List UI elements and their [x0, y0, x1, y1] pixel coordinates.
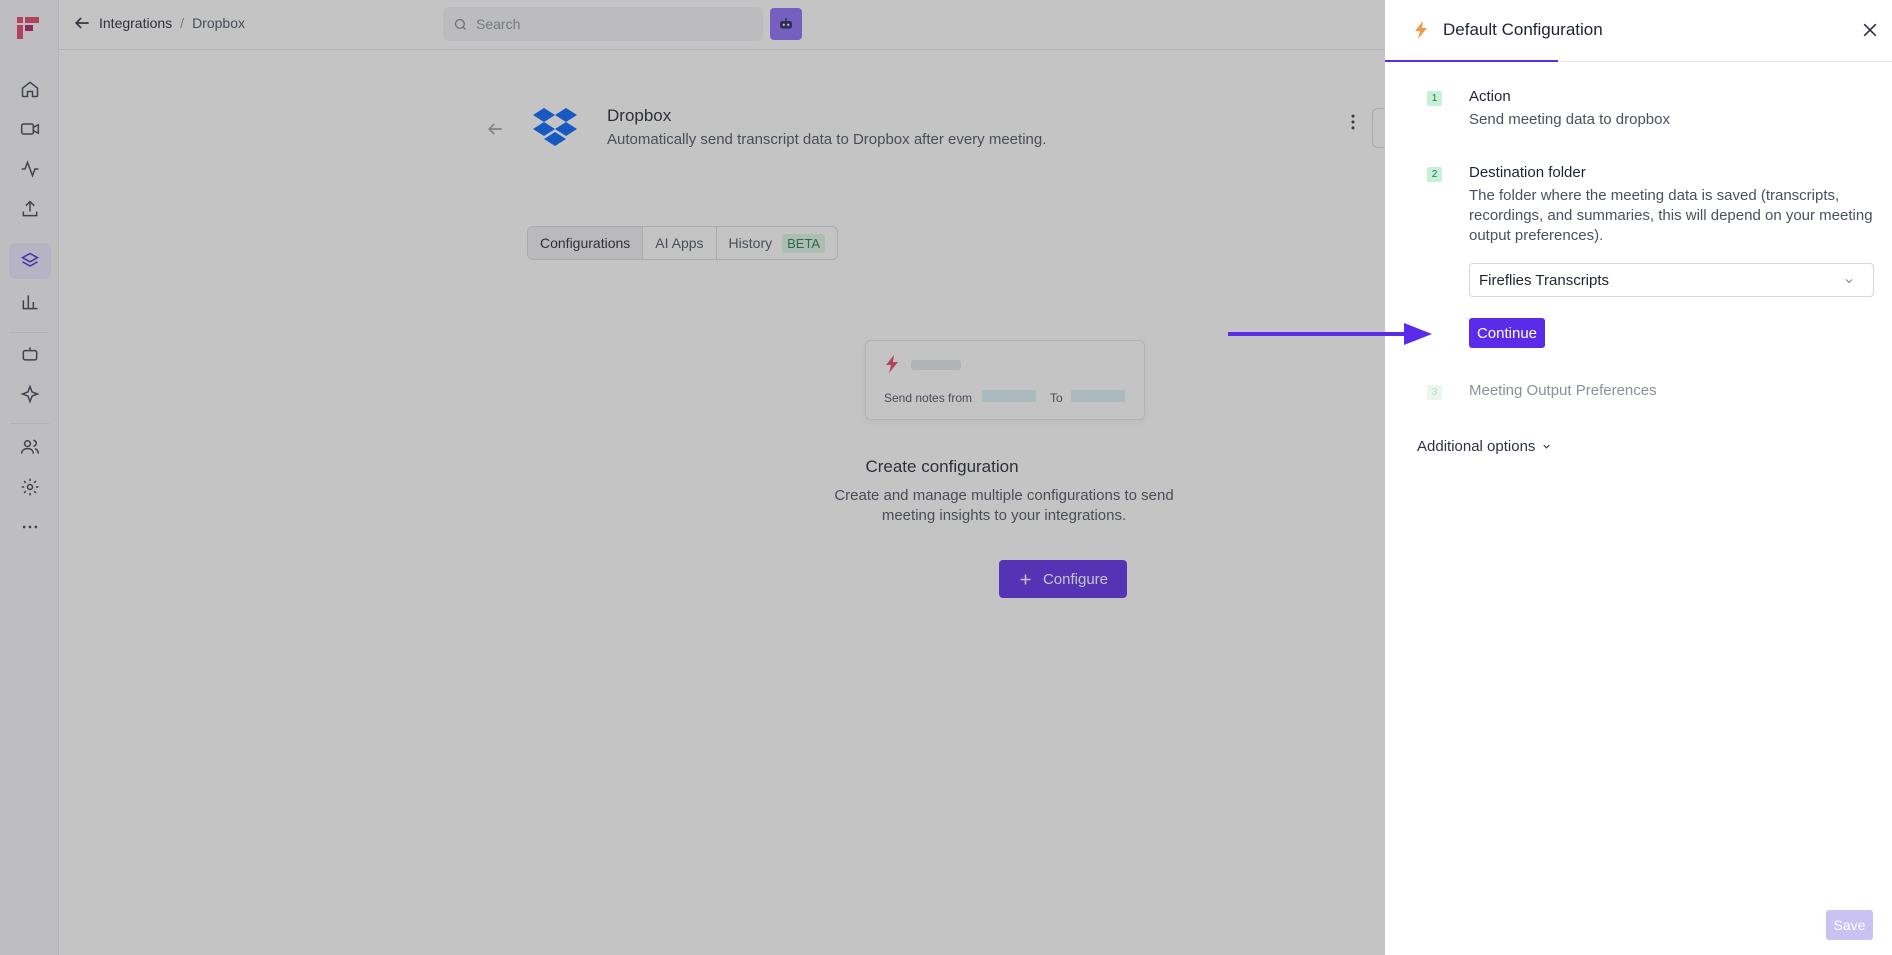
additional-options-toggle[interactable]: Additional options: [1417, 438, 1552, 455]
step-1-title: Action: [1469, 88, 1511, 105]
active-tab-indicator: [1385, 60, 1558, 62]
panel-title: Default Configuration: [1443, 20, 1603, 39]
chevron-down-icon: [1845, 279, 1853, 284]
step-1-number: 1: [1427, 91, 1442, 106]
additional-options-label: Additional options: [1417, 438, 1536, 455]
step-2-number: 2: [1427, 167, 1442, 182]
modal-backdrop[interactable]: [0, 0, 1385, 955]
save-button[interactable]: Save: [1826, 910, 1873, 940]
step-2-title: Destination folder: [1469, 164, 1586, 181]
step-3-title: Meeting Output Preferences: [1469, 382, 1657, 399]
step-1-subtitle: Send meeting data to dropbox: [1469, 111, 1670, 128]
configuration-panel: Default Configuration 1 Action Send meet…: [1385, 0, 1892, 955]
annotation-arrow: [1228, 323, 1432, 345]
step-3-number: 3: [1427, 385, 1442, 400]
destination-folder-select[interactable]: Fireflies Transcripts: [1469, 263, 1874, 297]
step-2-subtitle: The folder where the meeting data is sav…: [1469, 187, 1873, 244]
chevron-down-icon: [1543, 444, 1551, 449]
destination-folder-value: Fireflies Transcripts: [1479, 271, 1610, 289]
close-icon[interactable]: [1860, 20, 1880, 40]
panel-header: Default Configuration: [1385, 0, 1892, 62]
lightning-icon: [1415, 21, 1427, 39]
continue-button[interactable]: Continue: [1469, 318, 1545, 348]
